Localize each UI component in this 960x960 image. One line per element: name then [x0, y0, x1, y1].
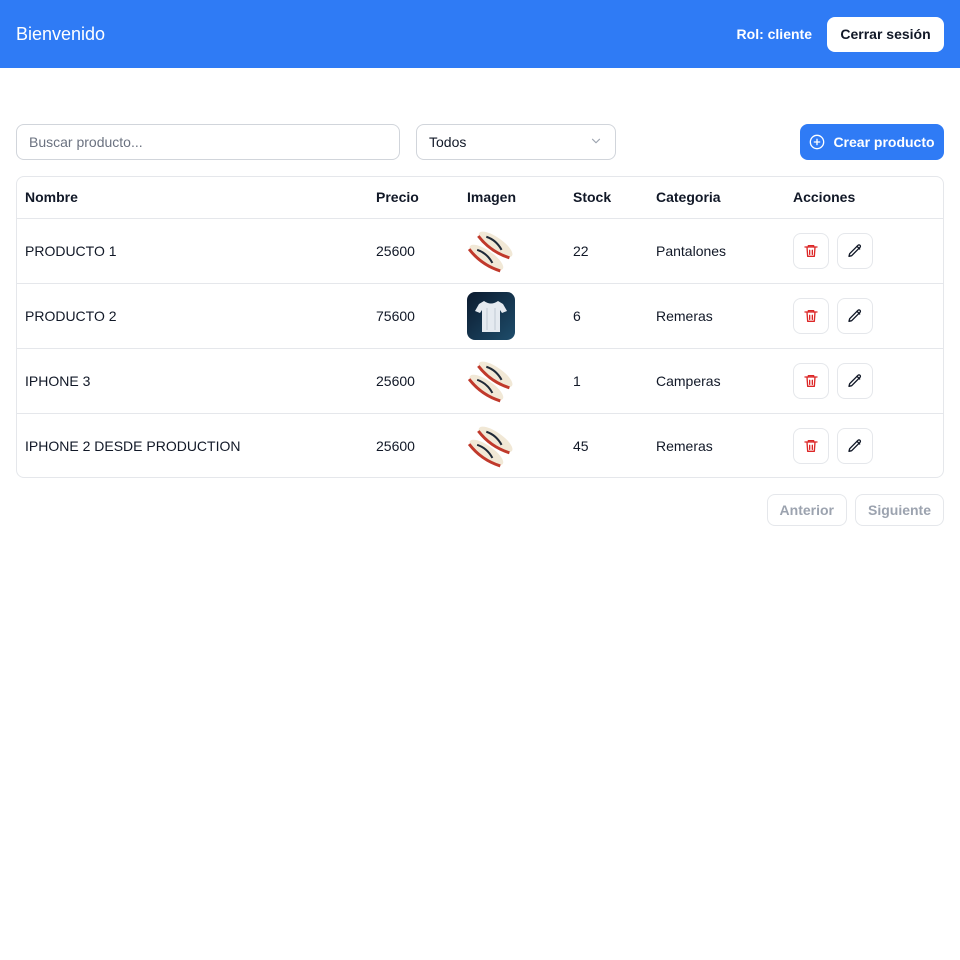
row-actions: [793, 232, 935, 269]
product-stock: 45: [573, 437, 589, 454]
product-actions: [785, 218, 943, 284]
table-header-row: Nombre Precio Imagen Stock Categoria Acc…: [17, 177, 943, 219]
delete-button[interactable]: [793, 427, 829, 464]
pencil-icon: [847, 308, 863, 324]
edit-button[interactable]: [837, 362, 873, 399]
product-image-cell: [459, 218, 565, 284]
trash-icon: [803, 373, 819, 389]
product-price: 25600: [376, 437, 415, 454]
top-header: Bienvenido Rol: cliente Cerrar sesión: [0, 0, 960, 68]
category-selected-value: Todos: [429, 134, 467, 150]
row-actions: [793, 297, 935, 334]
product-name: IPHONE 3: [17, 348, 368, 414]
category-select[interactable]: Todos: [416, 124, 616, 160]
product-name: PRODUCTO 2: [17, 283, 368, 349]
previous-page-button[interactable]: Anterior: [766, 494, 847, 526]
pencil-icon: [847, 438, 863, 454]
row-actions: [793, 362, 935, 399]
product-stock: 1: [565, 348, 648, 414]
header-actions: Rol: cliente Cerrar sesión: [736, 16, 944, 52]
sneaker-image: [467, 421, 515, 470]
edit-button[interactable]: [837, 427, 873, 464]
product-image-cell: [459, 413, 565, 477]
sneaker-image: [467, 356, 515, 405]
tshirt-image: [467, 291, 515, 340]
column-header-categoria: Categoria: [648, 177, 785, 219]
sneaker-image: [467, 226, 515, 275]
product-price: 25600: [368, 348, 459, 414]
column-header-acciones: Acciones: [785, 177, 943, 219]
table-row: PRODUCTO 2 75600 6 Remeras: [17, 283, 943, 349]
column-header-stock: Stock: [565, 177, 648, 219]
pagination: Anterior Siguiente: [766, 494, 944, 526]
product-actions: [785, 413, 943, 477]
product-stock: 6: [565, 283, 648, 349]
delete-button[interactable]: [793, 362, 829, 399]
product-price: 25600: [368, 218, 459, 284]
product-stock: 22: [565, 218, 648, 284]
product-actions: [785, 348, 943, 414]
product-category: Remeras: [648, 283, 785, 349]
column-header-precio: Precio: [368, 177, 459, 219]
trash-icon: [803, 243, 819, 259]
page-title: Bienvenido: [16, 23, 106, 44]
next-page-button[interactable]: Siguiente: [854, 494, 944, 526]
product-name: IPHONE 2 DESDE PRODUCTION: [25, 437, 241, 454]
table-row: PRODUCTO 1 25600 22 Pantalones: [17, 218, 943, 284]
pencil-icon: [847, 373, 863, 389]
products-table: Nombre Precio Imagen Stock Categoria Acc…: [16, 176, 944, 478]
product-category: Remeras: [656, 437, 713, 454]
search-input[interactable]: [16, 124, 400, 160]
product-name: PRODUCTO 1: [17, 218, 368, 284]
delete-button[interactable]: [793, 297, 829, 334]
chevron-down-icon: [589, 134, 603, 151]
plus-circle-icon: [809, 134, 825, 150]
product-category: Camperas: [648, 348, 785, 414]
column-header-imagen: Imagen: [459, 177, 565, 219]
delete-button[interactable]: [793, 232, 829, 269]
edit-button[interactable]: [837, 232, 873, 269]
create-product-label: Crear producto: [833, 134, 935, 150]
product-actions: [785, 283, 943, 349]
trash-icon: [803, 308, 819, 324]
product-image-cell: [459, 283, 565, 349]
table-row: IPHONE 3 25600 1 Camperas: [17, 348, 943, 414]
edit-button[interactable]: [837, 297, 873, 334]
row-actions: [793, 427, 935, 464]
toolbar: Todos Crear producto: [16, 124, 944, 160]
logout-button[interactable]: Cerrar sesión: [827, 16, 944, 52]
product-category: Pantalones: [648, 218, 785, 284]
pencil-icon: [847, 243, 863, 259]
role-label: Rol: cliente: [736, 26, 812, 42]
product-price: 75600: [368, 283, 459, 349]
create-product-button[interactable]: Crear producto: [800, 124, 944, 160]
trash-icon: [803, 438, 819, 454]
column-header-nombre: Nombre: [17, 177, 368, 219]
product-image-cell: [459, 348, 565, 414]
table-row: IPHONE 2 DESDE PRODUCTION 25600 45 Remer…: [17, 413, 943, 477]
